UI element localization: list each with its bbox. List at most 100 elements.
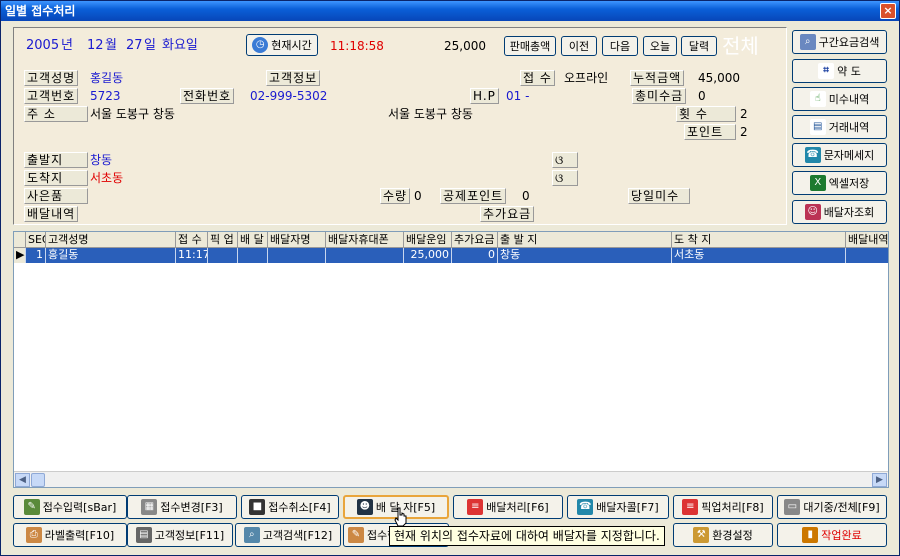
- cell-delivery[interactable]: [238, 248, 268, 263]
- row-pointer-icon: ▶: [14, 248, 26, 263]
- pickup-process-label: 픽업처리[F8]: [701, 501, 764, 514]
- scroll-left-icon[interactable]: ◀: [15, 473, 30, 487]
- header-delivery[interactable]: 배 달: [238, 232, 268, 248]
- header-courier-phone[interactable]: 배달자휴대폰: [326, 232, 404, 248]
- customer-name-value[interactable]: 홍길동: [90, 70, 123, 86]
- main-window: 일별 접수처리 × 2005 년 12 월 27 일 화요일 ◷ 현재시간 11…: [0, 0, 900, 556]
- header-departure[interactable]: 출 발 지: [498, 232, 672, 248]
- receipt-cancel-button[interactable]: ■ 접수취소[F4]: [241, 495, 339, 519]
- receipt-label: 접 수: [520, 70, 555, 86]
- today-button[interactable]: 오늘: [643, 36, 677, 56]
- receipt-change-button[interactable]: ▦ 접수변경[F3]: [127, 495, 237, 519]
- waiting-all-button[interactable]: ▭ 대기중/전체[F9]: [777, 495, 887, 519]
- calendar-button[interactable]: 달력: [681, 36, 717, 56]
- header-delivery-detail[interactable]: 배달내역: [846, 232, 888, 248]
- prev-button[interactable]: 이전: [561, 36, 597, 56]
- window-icon: ▭: [784, 499, 801, 515]
- header-extra-fee[interactable]: 추가요금: [452, 232, 498, 248]
- phone-value[interactable]: 02-999-5302: [250, 88, 327, 104]
- close-button[interactable]: ×: [880, 3, 896, 19]
- map-button[interactable]: ⌗ 약 도: [792, 59, 887, 83]
- clock-icon: ◷: [252, 37, 269, 53]
- customer-search-button[interactable]: ⌕ 고객검색[F12]: [235, 523, 341, 547]
- now-time-button[interactable]: ◷ 현재시간: [246, 34, 318, 56]
- cell-courier-name[interactable]: [268, 248, 326, 263]
- sms-button[interactable]: ☎ 문자메세지: [792, 143, 887, 167]
- cell-receipt[interactable]: 11:17: [176, 248, 208, 263]
- pickup-process-button[interactable]: ≡ 픽업처리[F8]: [673, 495, 773, 519]
- tools-icon: ⚒: [693, 527, 710, 543]
- courier-assign-tooltip: 현재 위치의 접수자료에 대하여 배달자를 지정합니다.: [389, 526, 665, 546]
- courier-call-label: 배달자콜[F7]: [596, 501, 659, 514]
- next-button[interactable]: 다음: [602, 36, 638, 56]
- all-filter-label[interactable]: 전체: [722, 32, 759, 60]
- label-print-label: 라벨출력[F10]: [44, 529, 115, 542]
- people-icon: ☺: [804, 204, 821, 220]
- destination-map-marker[interactable]: ଓ: [552, 170, 578, 186]
- horizontal-scrollbar[interactable]: ◀ ▶: [14, 471, 888, 487]
- clock-display: 11:18:58: [330, 39, 384, 53]
- receipt-input-button[interactable]: ✎ 접수입력[sBar]: [13, 495, 127, 519]
- notes-icon: ✎: [348, 527, 364, 543]
- excel-save-button[interactable]: X 엑셀저장: [792, 171, 887, 195]
- transactions-button[interactable]: ▤ 거래내역: [792, 115, 887, 139]
- scroll-thumb[interactable]: [31, 473, 45, 487]
- customer-no-value[interactable]: 5723: [90, 88, 121, 104]
- header-fare[interactable]: 배달운임: [404, 232, 452, 248]
- header-pickup[interactable]: 픽 업: [208, 232, 238, 248]
- courier-lookup-button[interactable]: ☺ 배달자조회: [792, 200, 887, 224]
- delivery-process-button[interactable]: ≡ 배달처리[F6]: [453, 495, 563, 519]
- sales-total-button[interactable]: 판매총액: [504, 36, 556, 56]
- settings-button[interactable]: ⚒ 환경설정: [673, 523, 773, 547]
- search-person-icon: ⌕: [799, 34, 816, 50]
- destination-value[interactable]: 서초동: [90, 170, 123, 186]
- header-seq[interactable]: SEQ: [26, 232, 46, 248]
- customer-no-label: 고객번호: [24, 88, 79, 104]
- work-complete-button[interactable]: ▮ 작업완료: [777, 523, 887, 547]
- table-row[interactable]: ▶ 1 홍길동 11:17 25,000 0 창동 서초동: [14, 248, 888, 263]
- count-label: 횟 수: [676, 106, 736, 122]
- header-destination[interactable]: 도 착 지: [672, 232, 846, 248]
- customer-info-label: 고객정보: [266, 70, 321, 86]
- receipt-change-label: 접수변경[F3]: [160, 501, 223, 514]
- label-print-button[interactable]: ⎙ 라벨출력[F10]: [13, 523, 127, 547]
- cell-departure[interactable]: 창동: [498, 248, 672, 263]
- departure-map-marker[interactable]: ଓ: [552, 152, 578, 168]
- scroll-right-icon[interactable]: ▶: [872, 473, 887, 487]
- cumulative-label: 누적금액: [630, 70, 685, 86]
- deduct-point-value: 0: [522, 189, 530, 203]
- customer-info-button[interactable]: ▤ 고객정보[F11]: [127, 523, 233, 547]
- edit-icon: ✎: [23, 499, 40, 515]
- cell-extra-fee[interactable]: 0: [452, 248, 498, 263]
- address-label: 주 소: [24, 106, 88, 122]
- amount-display: 25,000: [444, 39, 486, 53]
- cell-pickup[interactable]: [208, 248, 238, 263]
- cell-destination[interactable]: 서초동: [672, 248, 846, 263]
- map-label: 약 도: [837, 65, 861, 78]
- header-customer-name[interactable]: 고객성명: [46, 232, 176, 248]
- section-fee-search-button[interactable]: ⌕ 구간요금검색: [792, 30, 887, 54]
- cell-courier-phone[interactable]: [326, 248, 404, 263]
- quantity-value: 0: [414, 189, 422, 203]
- cell-customer-name[interactable]: 홍길동: [46, 248, 176, 263]
- departure-value[interactable]: 창동: [90, 152, 112, 168]
- courier-lookup-label: 배달자조회: [823, 206, 875, 219]
- year-unit: 년: [61, 38, 73, 53]
- cumulative-value: 45,000: [698, 71, 740, 85]
- courier-call-button[interactable]: ☎ 배달자콜[F7]: [567, 495, 669, 519]
- customer-search-label: 고객검색[F12]: [262, 529, 333, 542]
- day-unit: 일: [144, 38, 156, 53]
- cell-delivery-detail[interactable]: [846, 248, 888, 263]
- cell-seq[interactable]: 1: [26, 248, 46, 263]
- address-secondary-value: 서울 도봉구 창동: [388, 107, 473, 121]
- header-courier-name[interactable]: 배달자명: [268, 232, 326, 248]
- address-value[interactable]: 서울 도봉구 창동: [90, 106, 175, 122]
- cell-fare[interactable]: 25,000: [404, 248, 452, 263]
- phone-label: 전화번호: [180, 88, 235, 104]
- month-value: 12: [87, 38, 104, 53]
- floppy-icon: ■: [249, 499, 266, 515]
- header-receipt[interactable]: 접 수: [176, 232, 208, 248]
- settings-label: 환경설정: [712, 529, 753, 542]
- hp-value[interactable]: 01 -: [506, 88, 529, 104]
- unpaid-list-button[interactable]: ☝ 미수내역: [792, 87, 887, 111]
